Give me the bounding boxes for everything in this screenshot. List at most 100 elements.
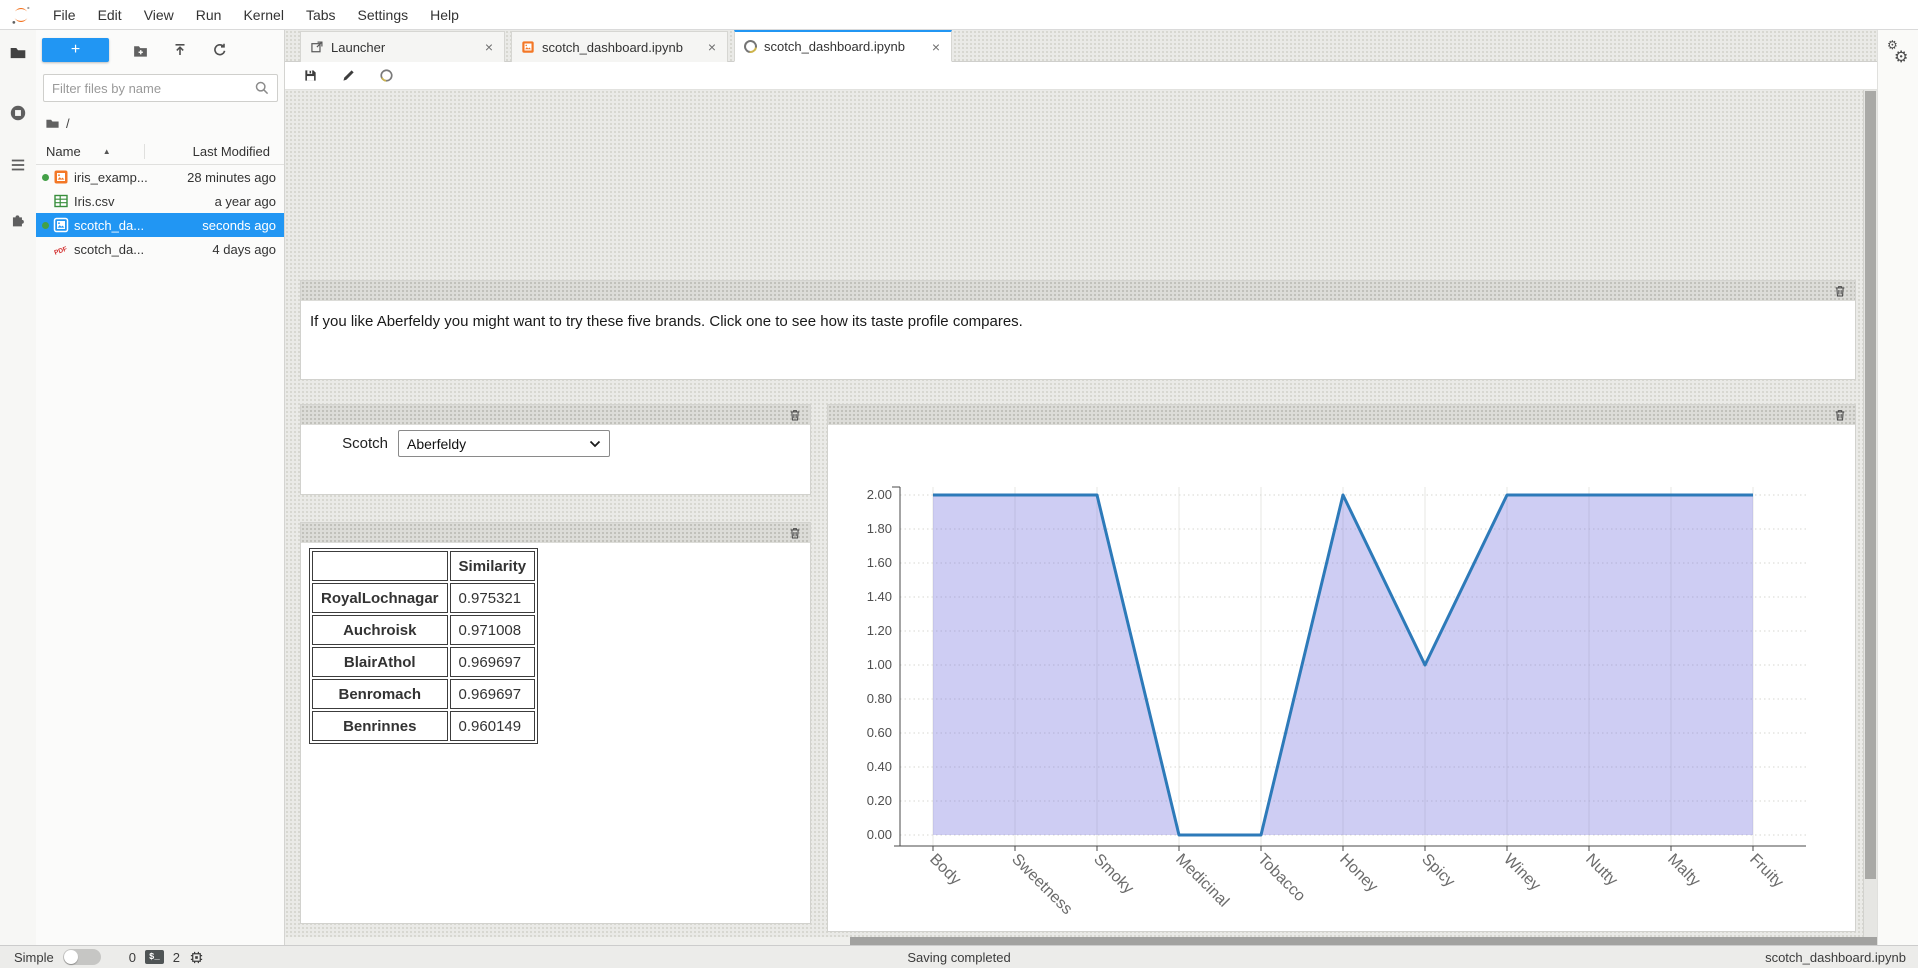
cell-drag-handle[interactable] xyxy=(828,405,1855,425)
markdown-cell: If you like Aberfeldy you might want to … xyxy=(300,280,1856,380)
vertical-scrollbar[interactable] xyxy=(1863,90,1877,937)
brand-cell[interactable]: Benromach xyxy=(312,679,448,709)
refresh-button[interactable] xyxy=(207,38,233,62)
gear-icon: ⚙ xyxy=(1894,47,1908,67)
tab-dashboard-active[interactable]: scotch_dashboard.ipynb × xyxy=(734,30,952,62)
close-tab-icon[interactable]: × xyxy=(706,39,718,55)
svg-text:Fruity: Fruity xyxy=(1746,851,1786,891)
home-folder-icon xyxy=(45,116,60,131)
svg-text:1.40: 1.40 xyxy=(867,589,892,604)
filter-files xyxy=(43,74,277,102)
similarity-cell: 0.971008 xyxy=(450,615,536,645)
svg-text:Sweetness: Sweetness xyxy=(1008,851,1075,918)
close-tab-icon[interactable]: × xyxy=(483,39,495,55)
name-header-label: Name xyxy=(46,144,81,159)
save-button[interactable] xyxy=(299,65,321,87)
file-modified: 4 days ago xyxy=(212,242,284,257)
breadcrumb-root[interactable]: / xyxy=(66,116,70,131)
horizontal-scrollbar[interactable] xyxy=(285,937,1877,945)
brand-cell[interactable]: BlairAthol xyxy=(312,647,448,677)
svg-text:Body: Body xyxy=(926,851,964,889)
close-tab-icon[interactable]: × xyxy=(930,39,942,55)
sort-by-modified[interactable]: Last Modified xyxy=(144,144,284,159)
tab-notebook[interactable]: scotch_dashboard.ipynb × xyxy=(511,31,728,62)
scotch-select[interactable]: Aberfeldy xyxy=(398,430,610,457)
upload-button[interactable] xyxy=(167,38,193,62)
sort-ascending-icon: ▲ xyxy=(103,147,111,156)
tab-launcher[interactable]: Launcher × xyxy=(300,31,505,62)
new-folder-button[interactable] xyxy=(127,38,153,62)
scotch-select-cell: Scotch Aberfeldy xyxy=(300,404,811,495)
file-row-scotch-notebook[interactable]: scotch_da... seconds ago xyxy=(36,213,284,237)
table-row[interactable]: RoyalLochnagar 0.975321 xyxy=(312,583,535,613)
svg-text:Nutty: Nutty xyxy=(1582,851,1620,889)
file-row-scotch-pdf[interactable]: PDF scotch_da... 4 days ago xyxy=(36,237,284,261)
edit-button[interactable] xyxy=(337,65,359,87)
svg-text:1.00: 1.00 xyxy=(867,657,892,672)
notebook-toolbar xyxy=(285,62,1877,90)
menu-help[interactable]: Help xyxy=(419,0,470,30)
menu-view[interactable]: View xyxy=(133,0,185,30)
breadcrumb[interactable]: / xyxy=(36,102,284,139)
extension-manager-icon[interactable] xyxy=(0,204,36,234)
menu-tabs[interactable]: Tabs xyxy=(295,0,347,30)
status-filename: scotch_dashboard.ipynb xyxy=(1765,950,1918,965)
trash-icon[interactable] xyxy=(786,524,804,542)
file-browser-toolbar: + xyxy=(36,30,284,70)
kernel-indicator-icon[interactable] xyxy=(375,65,397,87)
filter-files-input[interactable] xyxy=(43,74,278,102)
kernels-count[interactable]: 2 xyxy=(173,950,180,965)
launcher-icon xyxy=(310,40,324,54)
menu-kernel[interactable]: Kernel xyxy=(232,0,294,30)
brand-cell[interactable]: Auchroisk xyxy=(312,615,448,645)
kernel-chip-icon[interactable] xyxy=(189,950,204,965)
status-bar: Simple 0 $_ 2 Saving completed scotch_da… xyxy=(0,945,1918,968)
similarity-table: Similarity RoyalLochnagar 0.975321 Auchr… xyxy=(309,548,538,744)
svg-text:0.80: 0.80 xyxy=(867,691,892,706)
menu-file[interactable]: File xyxy=(42,0,87,30)
svg-text:Tobacco: Tobacco xyxy=(1254,851,1308,905)
running-sessions-icon[interactable] xyxy=(0,98,36,128)
trash-icon[interactable] xyxy=(1831,406,1849,424)
cell-drag-handle[interactable] xyxy=(301,281,1855,301)
table-row[interactable]: Auchroisk 0.971008 xyxy=(312,615,535,645)
taste-profile-chart-cell: 0.000.200.400.600.801.001.201.401.601.80… xyxy=(827,404,1856,932)
menu-edit[interactable]: Edit xyxy=(87,0,133,30)
new-launcher-button[interactable]: + xyxy=(42,38,109,62)
file-modified: a year ago xyxy=(215,194,284,209)
menu-settings[interactable]: Settings xyxy=(347,0,420,30)
cell-drag-handle[interactable] xyxy=(301,523,810,543)
dashboard-settings-gears-icon[interactable]: ⚙ ⚙ xyxy=(1878,36,1918,76)
menu-bar: File Edit View Run Kernel Tabs Settings … xyxy=(0,0,1918,30)
terminals-count[interactable]: 0 xyxy=(129,950,136,965)
file-name: iris_examp... xyxy=(74,170,187,185)
file-browser-icon[interactable] xyxy=(0,38,36,68)
tab-label: Launcher xyxy=(331,40,476,55)
trash-icon[interactable] xyxy=(1831,282,1849,300)
table-of-contents-icon[interactable] xyxy=(0,150,36,180)
table-row[interactable]: BlairAthol 0.969697 xyxy=(312,647,535,677)
pdf-file-icon: PDF xyxy=(53,241,69,257)
table-row[interactable]: Benrinnes 0.960149 xyxy=(312,711,535,741)
jupyter-logo-icon xyxy=(8,4,34,26)
tab-bar: Launcher × scotch_dashboard.ipynb × scot… xyxy=(285,30,1877,62)
simple-mode-toggle[interactable] xyxy=(63,949,101,965)
trash-icon[interactable] xyxy=(786,406,804,424)
file-modified: 28 minutes ago xyxy=(187,170,284,185)
file-row-iris-csv[interactable]: Iris.csv a year ago xyxy=(36,189,284,213)
brand-cell[interactable]: RoyalLochnagar xyxy=(312,583,448,613)
activity-rail xyxy=(0,30,36,945)
horizontal-scrollbar-thumb[interactable] xyxy=(850,937,1877,945)
brand-cell[interactable]: Benrinnes xyxy=(312,711,448,741)
vertical-scrollbar-thumb[interactable] xyxy=(1865,91,1876,879)
file-row-iris-example[interactable]: iris_examp... 28 minutes ago xyxy=(36,165,284,189)
terminal-icon[interactable]: $_ xyxy=(145,950,164,964)
main-panel: Launcher × scotch_dashboard.ipynb × scot… xyxy=(285,30,1877,945)
sort-by-name[interactable]: Name ▲ xyxy=(36,144,144,159)
simple-mode-label: Simple xyxy=(14,950,54,965)
search-icon xyxy=(254,80,270,96)
menu-run[interactable]: Run xyxy=(185,0,233,30)
table-row[interactable]: Benromach 0.969697 xyxy=(312,679,535,709)
cell-drag-handle[interactable] xyxy=(301,405,810,425)
svg-text:Honey: Honey xyxy=(1336,851,1381,896)
